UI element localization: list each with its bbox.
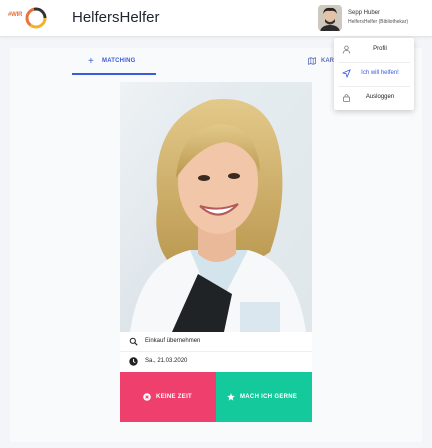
plus-icon: + <box>88 56 94 67</box>
tab-matching-label: MATCHING <box>102 58 136 64</box>
app-title: HelfersHelfer <box>72 9 160 26</box>
menu-item-profil[interactable]: Profil <box>334 38 414 62</box>
clock-icon <box>129 357 138 366</box>
app-logo[interactable]: #WIR <box>8 6 47 30</box>
search-icon <box>129 337 138 346</box>
tab-matching[interactable]: + MATCHING <box>72 50 156 76</box>
menu-item-ich-will-helfen[interactable]: Ich will helfen! <box>334 62 414 86</box>
map-icon <box>308 57 316 65</box>
decline-button-label: KEINE ZEIT <box>156 394 193 400</box>
tab-active-indicator <box>72 73 156 75</box>
helper-photo <box>120 82 312 332</box>
close-circle-icon <box>143 393 151 401</box>
logo-ring-icon <box>25 7 47 29</box>
user-name[interactable]: Sepp Huber <box>348 10 380 16</box>
menu-item-ausloggen[interactable]: Ausloggen <box>334 86 414 110</box>
decline-button[interactable]: KEINE ZEIT <box>120 372 216 422</box>
date-row: Sa., 21.03.2020 <box>120 352 312 372</box>
logo-text: #WIR <box>8 12 23 18</box>
menu-item-label: Ich will helfen! <box>361 70 399 76</box>
menu-item-label: Profil <box>373 46 387 52</box>
helper-portrait-image <box>120 82 312 332</box>
task-label: Einkauf übernehmen <box>145 338 201 344</box>
app-header: #WIR HelfersHelfer Sepp Huber HelfersHel… <box>0 0 432 36</box>
avatar[interactable] <box>318 5 342 31</box>
user-menu: Profil Ich will helfen! Ausloggen <box>334 38 414 110</box>
menu-item-label: Ausloggen <box>365 94 395 100</box>
task-row: Einkauf übernehmen <box>120 332 312 352</box>
date-label: Sa., 21.03.2020 <box>145 358 188 364</box>
star-icon <box>227 393 235 401</box>
user-role: HelfersHelfer (Bibliothekar) <box>348 19 409 25</box>
user-avatar-icon <box>318 5 342 31</box>
accept-button[interactable]: MACH ICH GERNE <box>216 372 312 422</box>
accept-button-label: MACH ICH GERNE <box>240 394 298 400</box>
